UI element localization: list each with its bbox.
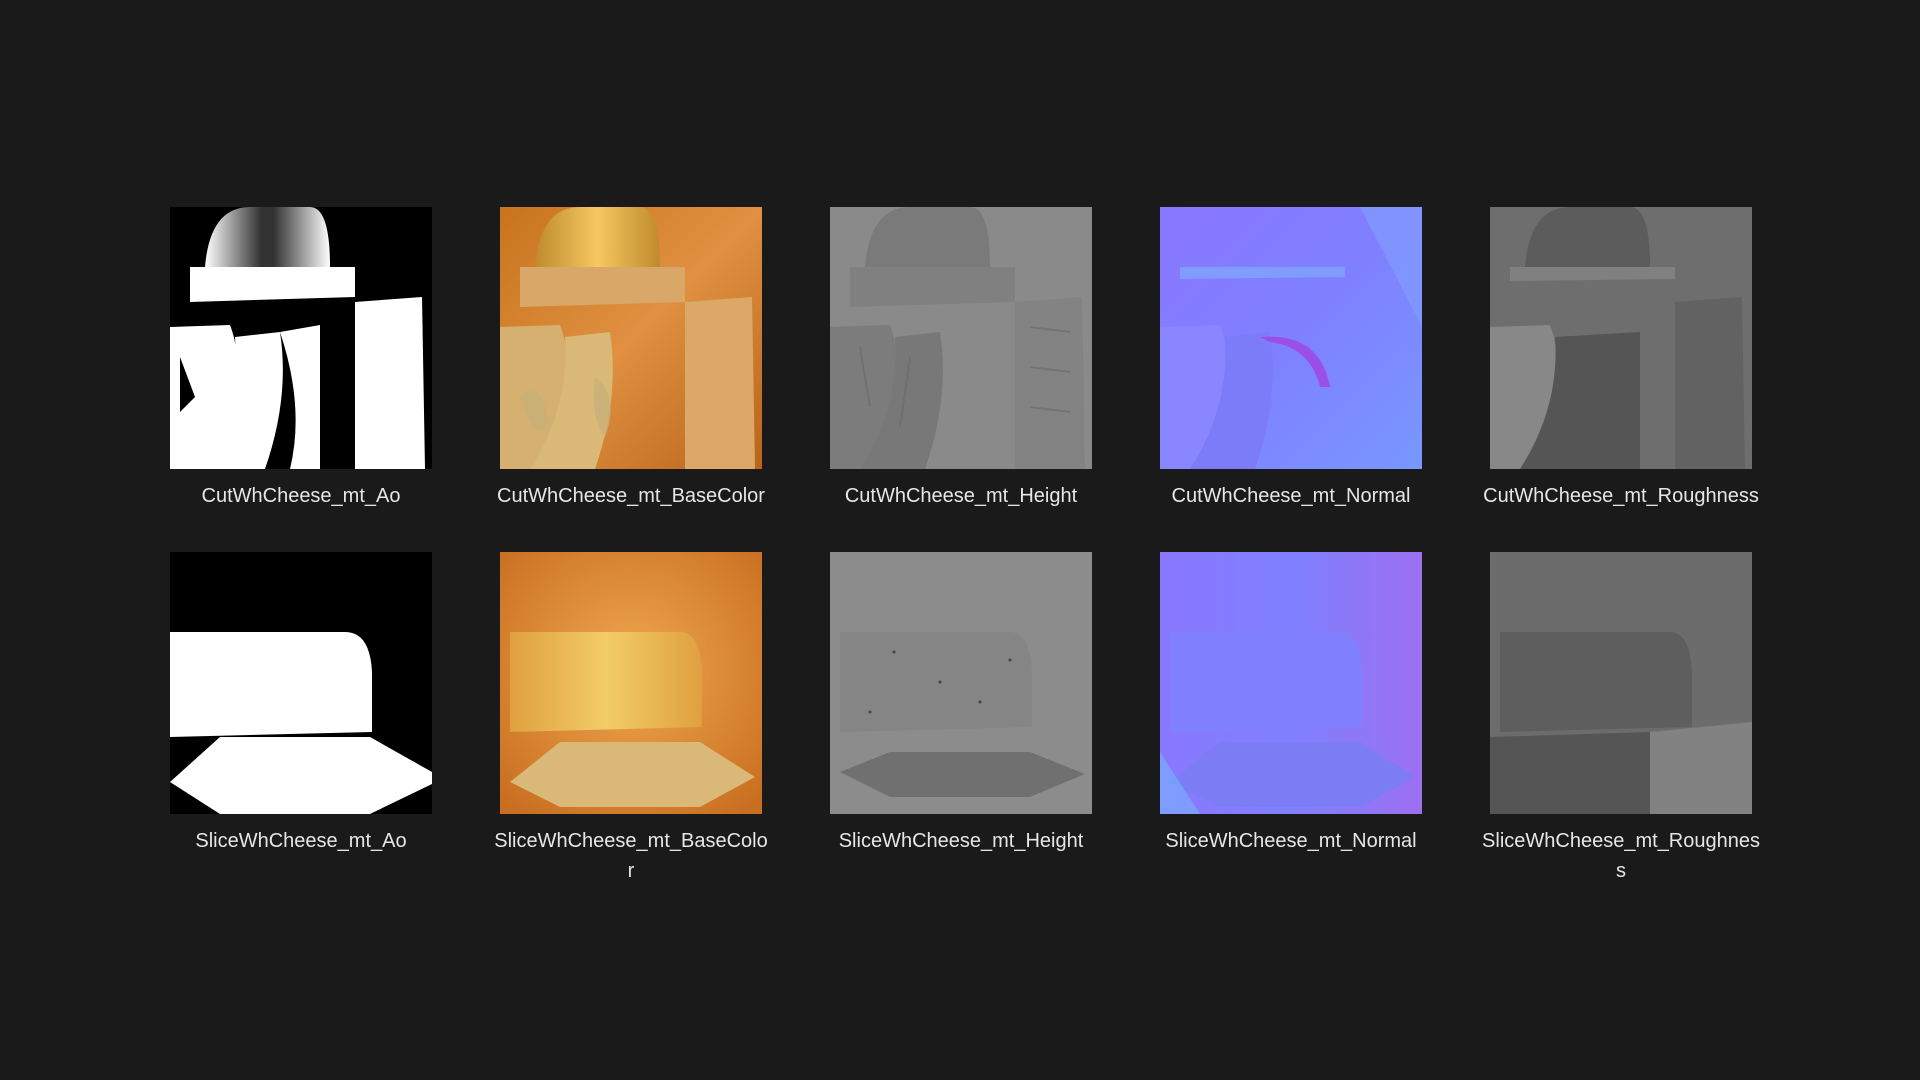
file-name: CutWhCheese_mt_Normal xyxy=(1171,485,1411,507)
thumbnail-basecolor-map[interactable] xyxy=(500,552,762,814)
file-tile-slice-basecolor[interactable]: SliceWhCheese_mt_BaseColor xyxy=(491,552,771,886)
thumbnail-basecolor-map[interactable] xyxy=(500,207,762,469)
thumbnail-normal-map[interactable] xyxy=(1160,207,1422,469)
file-tile-cut-height[interactable]: CutWhCheese_mt_Height xyxy=(821,207,1101,511)
thumbnail-height-map[interactable] xyxy=(830,207,1092,469)
file-tile-cut-roughness[interactable]: CutWhCheese_mt_Roughness xyxy=(1481,207,1761,511)
file-name: CutWhCheese_mt_Height xyxy=(844,485,1078,507)
file-tile-slice-normal[interactable]: SliceWhCheese_mt_Normal xyxy=(1151,552,1431,856)
thumbnail-roughness-map[interactable] xyxy=(1490,207,1752,469)
file-name: SliceWhCheese_mt_Roughness xyxy=(1482,830,1760,882)
file-name: SliceWhCheese_mt_Ao xyxy=(195,830,407,852)
file-grid: CutWhCheese_mt_Ao CutWhCheese_mt_BaseCol… xyxy=(0,0,1920,1080)
thumbnail-normal-map[interactable] xyxy=(1160,552,1422,814)
file-tile-slice-roughness[interactable]: SliceWhCheese_mt_Roughness xyxy=(1481,552,1761,886)
file-name: CutWhCheese_mt_Ao xyxy=(201,485,401,507)
file-tile-cut-ao[interactable]: CutWhCheese_mt_Ao xyxy=(161,207,441,511)
file-name: SliceWhCheese_mt_Normal xyxy=(1165,830,1417,852)
thumbnail-ao-map[interactable] xyxy=(170,207,432,469)
file-name: SliceWhCheese_mt_BaseColor xyxy=(494,830,768,882)
file-tile-cut-basecolor[interactable]: CutWhCheese_mt_BaseColor xyxy=(491,207,771,511)
file-tile-slice-ao[interactable]: SliceWhCheese_mt_Ao xyxy=(161,552,441,856)
file-tile-slice-height[interactable]: SliceWhCheese_mt_Height xyxy=(821,552,1101,856)
file-name: CutWhCheese_mt_BaseColor xyxy=(497,485,765,507)
file-name: CutWhCheese_mt_Roughness xyxy=(1483,485,1759,507)
thumbnail-ao-map[interactable] xyxy=(170,552,432,814)
thumbnail-height-map[interactable] xyxy=(830,552,1092,814)
thumbnail-roughness-map[interactable] xyxy=(1490,552,1752,814)
file-name: SliceWhCheese_mt_Height xyxy=(838,830,1084,852)
file-tile-cut-normal[interactable]: CutWhCheese_mt_Normal xyxy=(1151,207,1431,511)
